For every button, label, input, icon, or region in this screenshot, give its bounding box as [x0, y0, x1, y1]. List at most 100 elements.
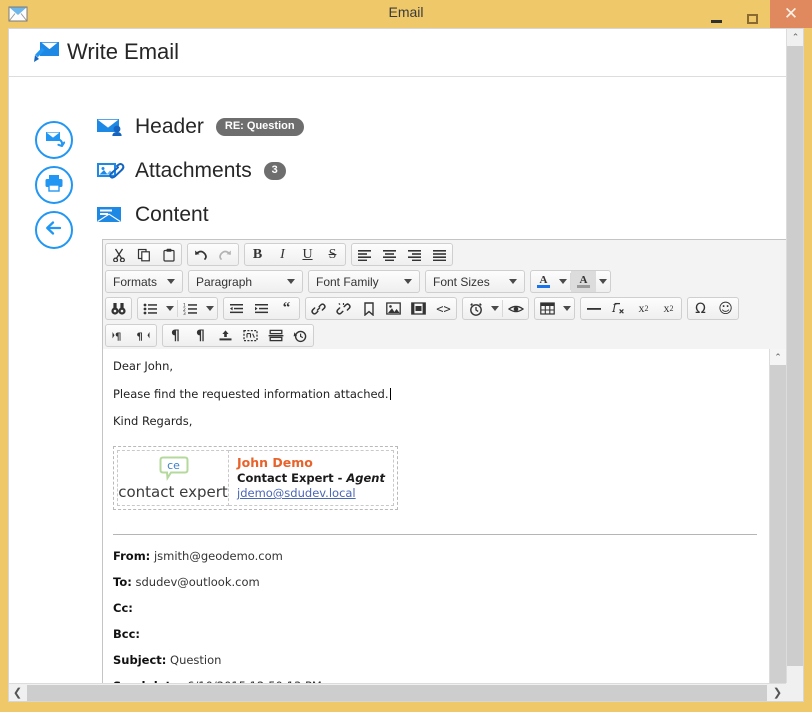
page-scroll-up-button[interactable]: ⌃: [787, 29, 804, 46]
signature-wordmark: contact expert: [118, 483, 228, 501]
editor-toolbars: B I U S: [103, 240, 786, 352]
search-replace-button[interactable]: [106, 298, 131, 319]
numbered-list-button[interactable]: 123: [178, 298, 203, 319]
insert-image-button[interactable]: [381, 298, 406, 319]
editor-scroll-up-button[interactable]: ⌃: [770, 349, 786, 365]
bullet-list-dropdown[interactable]: [163, 298, 177, 319]
email-window: Email ✕ Write Email: [0, 0, 812, 712]
align-justify-button[interactable]: [427, 244, 452, 265]
rich-text-editor: B I U S: [102, 239, 787, 702]
editor-scroll-thumb[interactable]: [770, 365, 786, 702]
text-color-dropdown[interactable]: [556, 271, 570, 292]
italic-button[interactable]: I: [270, 244, 295, 265]
email-body-editable[interactable]: Dear John, Please find the requested inf…: [103, 349, 771, 702]
page-vertical-scrollbar[interactable]: ⌃: [786, 29, 803, 684]
minimize-button[interactable]: [698, 0, 734, 28]
signature-email-link[interactable]: jdemo@sdudev.local: [237, 486, 385, 500]
formats-label: Formats: [113, 275, 157, 289]
insert-group: <>: [305, 297, 457, 320]
anchor-button[interactable]: [356, 298, 381, 319]
send-email-button[interactable]: [35, 121, 73, 159]
datetime-dropdown[interactable]: [488, 298, 502, 319]
quoted-to-value: sdudev@outlook.com: [135, 575, 259, 589]
quoted-field-from: From: jsmith@geodemo.com: [113, 549, 757, 563]
remove-format-button[interactable]: I: [606, 298, 631, 319]
chevron-down-icon: [206, 306, 214, 311]
preview-button[interactable]: [503, 298, 528, 319]
window-title: Email: [0, 4, 812, 20]
align-left-button[interactable]: [352, 244, 377, 265]
chevron-down-icon: [559, 279, 567, 284]
table-button[interactable]: [535, 298, 560, 319]
insert-datetime-button[interactable]: [463, 298, 488, 319]
copy-button[interactable]: [131, 244, 156, 265]
section-content-label: Content: [135, 203, 209, 227]
back-button[interactable]: [35, 211, 73, 249]
insert-media-button[interactable]: [406, 298, 431, 319]
visual-chars-button[interactable]: [238, 325, 263, 346]
table-dropdown[interactable]: [560, 298, 574, 319]
toolbar-row-1: B I U S: [103, 241, 786, 268]
toolbar-row-2: Formats Paragraph Font Family: [103, 268, 786, 295]
background-color-button[interactable]: A: [571, 271, 596, 292]
source-code-button[interactable]: <>: [431, 298, 456, 319]
page-horizontal-scrollbar[interactable]: ❮ ❯: [9, 683, 803, 701]
signature-details: John Demo Contact Expert - Agent jdemo@s…: [229, 450, 394, 506]
ltr-button[interactable]: ¶: [106, 325, 131, 346]
list-group: 123: [137, 297, 218, 320]
text-color-button[interactable]: A: [531, 271, 556, 292]
attachments-count-badge: 3: [264, 162, 286, 180]
maximize-button[interactable]: [734, 0, 770, 28]
undo-button[interactable]: [188, 244, 213, 265]
redo-button[interactable]: [213, 244, 238, 265]
align-right-button[interactable]: [402, 244, 427, 265]
strikethrough-button[interactable]: S: [320, 244, 345, 265]
show-blocks-button[interactable]: ¶: [163, 325, 188, 346]
bold-button[interactable]: B: [245, 244, 270, 265]
formats-select[interactable]: Formats: [105, 270, 183, 293]
signature-role: Contact Expert - Agent: [237, 471, 385, 485]
bullet-list-button[interactable]: [138, 298, 163, 319]
background-color-dropdown[interactable]: [596, 271, 610, 292]
editor-vertical-scrollbar[interactable]: ⌃: [769, 349, 786, 702]
insert-template-button[interactable]: [213, 325, 238, 346]
paste-button[interactable]: [156, 244, 181, 265]
page-break-button[interactable]: [263, 325, 288, 346]
superscript-button[interactable]: x2: [656, 298, 681, 319]
paragraph-select[interactable]: Paragraph: [188, 270, 303, 293]
indent-button[interactable]: [249, 298, 274, 319]
subscript-button[interactable]: x2: [631, 298, 656, 319]
section-header[interactable]: Header RE: Question: [95, 115, 304, 139]
history-group: [187, 243, 239, 266]
insert-link-button[interactable]: [306, 298, 331, 319]
page-scroll-left-button[interactable]: ❮: [9, 684, 26, 701]
paragraph-marks-button[interactable]: ¶: [188, 325, 213, 346]
emoticon-button[interactable]: ☺: [713, 298, 738, 319]
section-content[interactable]: Content: [95, 203, 209, 227]
cut-button[interactable]: [106, 244, 131, 265]
unlink-button[interactable]: [331, 298, 356, 319]
font-family-select[interactable]: Font Family: [308, 270, 420, 293]
align-center-button[interactable]: [377, 244, 402, 265]
print-button[interactable]: [35, 166, 73, 204]
search-group: [105, 297, 132, 320]
blockquote-button[interactable]: “: [274, 298, 299, 319]
special-character-button[interactable]: Ω: [688, 298, 713, 319]
restore-draft-button[interactable]: [288, 325, 313, 346]
chevron-down-icon: [509, 279, 517, 284]
page-hscroll-thumb[interactable]: [27, 685, 767, 701]
paragraph-tools-group: ¶ ¶: [162, 324, 314, 347]
outdent-button[interactable]: [224, 298, 249, 319]
section-attachments[interactable]: Attachments 3: [95, 159, 286, 183]
reply-mail-icon: [43, 128, 65, 153]
close-button[interactable]: ✕: [770, 0, 812, 28]
rtl-button[interactable]: ¶: [131, 325, 156, 346]
page-title: Write Email: [67, 39, 179, 65]
page-scroll-right-button[interactable]: ❯: [769, 684, 786, 701]
page-scroll-thumb[interactable]: [787, 46, 803, 666]
email-signature: ce contact expert John Demo Contact Expe…: [113, 446, 398, 510]
underline-button[interactable]: U: [295, 244, 320, 265]
numbered-list-dropdown[interactable]: [203, 298, 217, 319]
font-sizes-select[interactable]: Font Sizes: [425, 270, 525, 293]
horizontal-rule-button[interactable]: [581, 298, 606, 319]
